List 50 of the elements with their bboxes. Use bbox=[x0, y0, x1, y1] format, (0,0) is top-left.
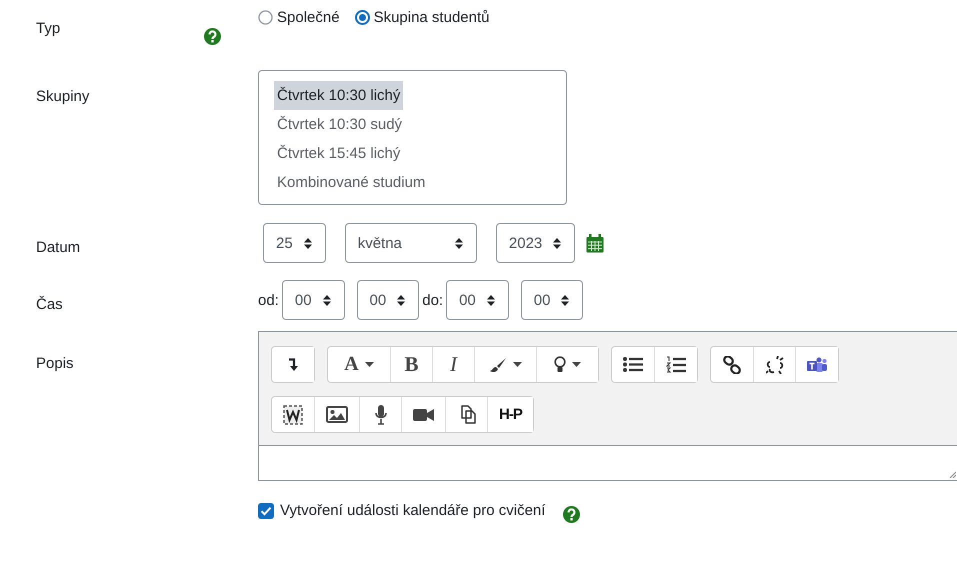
team-chat-button[interactable] bbox=[795, 347, 838, 382]
dropdown-select[interactable]: 00 bbox=[282, 280, 345, 320]
spinner-arrows-icon bbox=[304, 238, 312, 248]
video-camera-icon bbox=[413, 408, 434, 422]
link-icon bbox=[723, 356, 741, 374]
dropdown-select[interactable]: 00 bbox=[520, 280, 584, 320]
spinner-arrows-icon bbox=[322, 294, 331, 306]
arrow-down-icon bbox=[288, 358, 298, 372]
numbered-list-button[interactable] bbox=[654, 347, 697, 382]
multi-select-list[interactable]: Čtvrtek 10:30 lichý Čtvrtek 10:30 sudý Čtvrtek 15:45 lichý Kombinované studium bbox=[258, 70, 567, 205]
spinner-arrows-icon bbox=[486, 294, 495, 306]
brush-icon bbox=[489, 356, 507, 372]
radio-button[interactable] bbox=[354, 10, 370, 25]
checkbox-label: Vytvoření události kalendáře pro cvičení bbox=[280, 502, 546, 519]
spinner-arrows-icon bbox=[553, 238, 562, 248]
broken-link-icon bbox=[766, 356, 784, 374]
radio-label: Skupina studentů bbox=[374, 9, 490, 26]
h5p-button[interactable]: H-P bbox=[487, 397, 533, 432]
checkbox[interactable] bbox=[258, 502, 274, 518]
field-label: Popis bbox=[36, 354, 75, 372]
field-label: Skupiny bbox=[36, 87, 90, 105]
numbered-list-icon bbox=[666, 356, 686, 373]
dropdown-select[interactable]: 25 bbox=[263, 223, 326, 263]
spinner-arrows-icon bbox=[397, 294, 406, 306]
field-label: Čas bbox=[36, 294, 64, 313]
resize-grip-icon bbox=[949, 471, 956, 478]
list-option[interactable]: Čtvrtek 10:30 sudý bbox=[274, 110, 406, 139]
lightbulb-icon bbox=[554, 356, 566, 373]
radio-label: Společné bbox=[277, 9, 340, 26]
time-range-label: od: bbox=[258, 292, 279, 308]
field-label: Typ bbox=[36, 19, 62, 37]
calendar-icon[interactable] bbox=[586, 234, 604, 252]
spinner-arrows-icon bbox=[561, 294, 570, 306]
bulb-button[interactable] bbox=[536, 347, 598, 382]
dropdown-select[interactable]: 2023 bbox=[496, 223, 576, 263]
image-icon bbox=[326, 406, 348, 423]
list-option[interactable]: Kombinované studium bbox=[274, 168, 428, 197]
radio-button[interactable] bbox=[258, 10, 273, 25]
team-chat-icon bbox=[807, 356, 827, 372]
dropdown-select[interactable]: 00 bbox=[446, 280, 509, 320]
dropdown-select[interactable]: 00 bbox=[356, 280, 420, 320]
microphone-icon bbox=[374, 404, 386, 424]
dropdown-select[interactable]: května bbox=[344, 223, 477, 263]
field-label: Datum bbox=[36, 238, 82, 256]
time-range-label: do: bbox=[422, 292, 444, 308]
list-option[interactable]: Čtvrtek 10:30 lichý bbox=[274, 81, 404, 110]
list-option[interactable]: Čtvrtek 15:45 lichý bbox=[274, 139, 404, 168]
spinner-arrows-icon bbox=[454, 238, 463, 248]
bulleted-list-icon bbox=[623, 357, 643, 372]
document-icon bbox=[283, 404, 303, 424]
